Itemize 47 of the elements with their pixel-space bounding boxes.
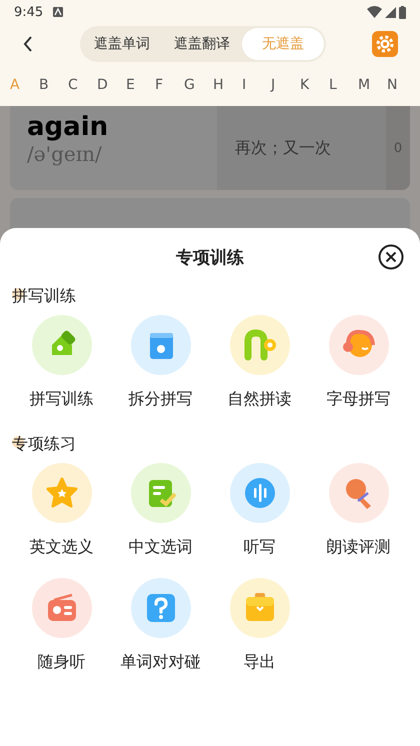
training-option[interactable]: 朗读评测	[309, 463, 408, 558]
battery-icon	[399, 6, 406, 18]
training-option[interactable]: 英文选义	[12, 463, 111, 558]
alphabet-index-letter[interactable]: K	[298, 76, 327, 94]
training-option[interactable]: 中文选词	[111, 463, 210, 558]
book-icon	[150, 333, 172, 359]
alphabet-index-letter[interactable]: J	[269, 76, 298, 94]
checklist-icon	[148, 480, 176, 507]
alphabet-index-letter[interactable]: E	[124, 76, 153, 94]
alphabet-index-letter[interactable]: L	[327, 76, 356, 94]
close-button[interactable]	[378, 244, 404, 270]
alphabet-index-letter[interactable]: F	[153, 76, 182, 94]
cover-mode-tab[interactable]: 遮盖单词	[82, 28, 162, 60]
radio-icon	[48, 594, 76, 621]
training-option[interactable]: 拆分拼写	[111, 315, 210, 410]
alphabet-index-letter[interactable]: I	[240, 76, 269, 94]
training-option[interactable]: 听写	[210, 463, 309, 558]
back-icon	[23, 36, 33, 52]
microphone-icon	[346, 479, 370, 509]
alphabet-index-letter[interactable]: H	[211, 76, 240, 94]
wifi-icon	[367, 6, 382, 18]
briefcase-icon	[246, 593, 274, 621]
training-option[interactable]: 随身听	[12, 578, 111, 673]
training-option[interactable]: 拼写训练	[12, 315, 111, 410]
training-option[interactable]: 自然拼读	[210, 315, 309, 410]
alphabet-index-letter[interactable]: C	[66, 76, 95, 94]
star-icon	[46, 478, 77, 508]
alphabet-index-letter[interactable]: B	[37, 76, 66, 94]
alphabet-index-letter[interactable]: M	[356, 76, 385, 94]
word-text: again	[27, 112, 110, 142]
sheet-title: 专项训练	[176, 246, 244, 268]
training-option[interactable]: 导出	[210, 578, 309, 673]
status-time: 9:45	[14, 4, 44, 20]
section-heading: 拼写训练	[12, 286, 76, 307]
signal-icon	[385, 6, 396, 18]
alphabet-index-letter[interactable]: N	[385, 76, 414, 94]
alphabet-index-letter[interactable]: G	[182, 76, 211, 94]
training-option[interactable]: 单词对对碰	[111, 578, 210, 673]
phonetic-text: /ə'geɪn/	[27, 142, 103, 166]
translation-text: 再次；又一次	[235, 138, 331, 158]
section-heading: 专项练习	[12, 434, 76, 455]
pen-nib-icon	[52, 330, 76, 355]
cover-mode-tab[interactable]: 遮盖翻译	[162, 28, 242, 60]
alphabet-index-letter[interactable]: D	[95, 76, 124, 94]
question-card-icon	[146, 594, 174, 622]
sound-wave-icon	[244, 478, 274, 508]
training-option[interactable]: 字母拼写	[309, 315, 408, 410]
